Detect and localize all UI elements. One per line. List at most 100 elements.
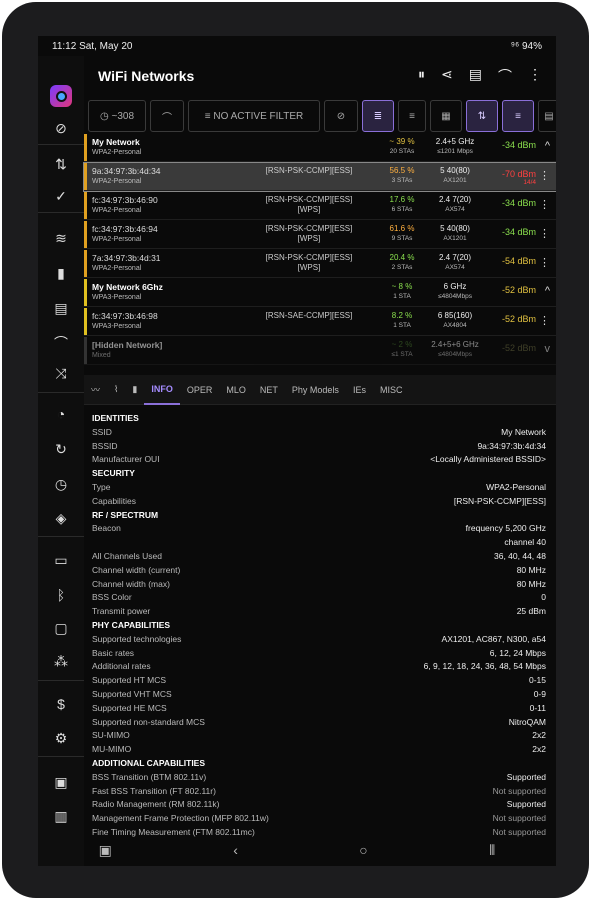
- keyboard-icon[interactable]: ▣: [99, 842, 112, 859]
- grid-view-button[interactable]: ▦: [430, 100, 462, 132]
- status-battery: ⁹⁶ 94%: [510, 40, 542, 52]
- row-action-icon[interactable]: ⋮: [539, 169, 550, 182]
- station-count: ≤1 STA: [391, 351, 413, 358]
- frequency-info: 2.4 7(20) AX574: [424, 195, 486, 215]
- row-action-icon[interactable]: v: [545, 343, 551, 355]
- check-circle-icon[interactable]: ✓: [38, 184, 84, 208]
- tab-ies[interactable]: IEs: [346, 375, 373, 405]
- tab-stats-icon[interactable]: 〰: [84, 375, 107, 405]
- info-value: Not supported: [492, 813, 546, 824]
- network-group-row[interactable]: My Network 6Ghz WPA3-Personal ~ 8 % 1 STA 6 …: [84, 279, 556, 307]
- status-bar: 11:12 Sat, May 20 ⁹⁶ 94%: [38, 36, 556, 56]
- sort-button[interactable]: ≣: [362, 100, 394, 132]
- channel-util-value: 8.2 %: [391, 311, 413, 320]
- access-point-row[interactable]: 7a:34:97:3b:4d:31 WPA2-Personal [RSN-PSK-C…: [84, 250, 556, 278]
- row-action-icon[interactable]: ⋮: [539, 227, 550, 240]
- signal-value: -34 dBm: [501, 140, 536, 150]
- history-icon[interactable]: ◷: [38, 472, 84, 496]
- signal-filter-button[interactable]: ⌒: [150, 100, 184, 132]
- channel-utilization: 20.4 % 2 STAs: [382, 253, 422, 273]
- clear-filter-button[interactable]: ⊘: [324, 100, 358, 132]
- access-point-row[interactable]: 9a:34:97:3b:4d:34 WPA2-Personal [RSN-PSK-C…: [83, 162, 556, 192]
- sync-icon[interactable]: ↻: [38, 437, 84, 461]
- active-filter-button[interactable]: ≡ NO ACTIVE FILTER: [188, 100, 320, 132]
- info-value: WPA2-Personal: [486, 482, 546, 492]
- station-count: 1 STA: [393, 293, 411, 300]
- security-flags: [RSN-SAE-CCMP][ESS]: [265, 311, 353, 320]
- document-icon[interactable]: ▥: [38, 804, 84, 828]
- info-row: Beacon frequency 5,200 GHz: [92, 523, 548, 537]
- compact-view-button[interactable]: ≡: [502, 100, 534, 132]
- band-color-bar: [84, 337, 87, 364]
- info-key: SSID: [92, 426, 112, 437]
- channel-utilization: ~ 2 % ≤1 STA: [382, 340, 422, 360]
- share-icon[interactable]: ⋖: [441, 66, 453, 86]
- tab-graph-icon[interactable]: ⌇: [107, 375, 125, 405]
- wifi-icon[interactable]: ≋: [38, 226, 84, 250]
- tab-misc[interactable]: MISC: [373, 375, 410, 405]
- sort-arrows-icon[interactable]: ⇅: [38, 152, 84, 176]
- section-heading: IDENTITIES: [92, 413, 548, 427]
- export-icon[interactable]: ▤: [469, 66, 482, 86]
- access-point-row[interactable]: fc:34:97:3b:46:90 WPA2-Personal [RSN-PSK-C…: [84, 192, 556, 220]
- pause-icon[interactable]: ⏸: [418, 66, 425, 86]
- row-action-icon[interactable]: ^: [545, 285, 550, 297]
- signal-value: -34 dBm: [501, 198, 536, 208]
- info-value: 0-15: [528, 675, 546, 686]
- frequency-info: 2.4+5+6 GHz ≤4804Mbps: [424, 340, 486, 360]
- info-value: Supported: [506, 799, 546, 810]
- info-value: Not supported: [492, 785, 546, 796]
- signal-value: -52 dBm: [501, 343, 536, 353]
- location-off-icon[interactable]: ⊘: [38, 116, 84, 140]
- speedometer-icon[interactable]: ◔: [38, 402, 84, 426]
- bluetooth-icon[interactable]: ᛒ: [38, 583, 84, 607]
- network-name: fc:34:97:3b:46:94: [92, 224, 158, 234]
- bar-chart-icon[interactable]: ▮: [38, 261, 84, 285]
- shuffle-icon[interactable]: ⤨: [38, 361, 84, 385]
- shield-icon[interactable]: ◈: [38, 506, 84, 530]
- list-view-button[interactable]: ≡: [398, 100, 426, 132]
- sort-order-button[interactable]: ⇅: [466, 100, 498, 132]
- access-point-row[interactable]: fc:34:97:3b:46:94 WPA2-Personal [RSN-PSK-C…: [84, 221, 556, 249]
- graph-icon[interactable]: ⌒: [498, 66, 512, 86]
- tab-info[interactable]: INFO: [144, 375, 180, 405]
- info-value: 0-9: [533, 689, 546, 699]
- router-icon[interactable]: ▭: [38, 548, 84, 572]
- back-icon[interactable]: ‹: [233, 842, 238, 858]
- chat-icon[interactable]: ▣: [38, 770, 84, 794]
- section-title: ADDITIONAL CAPABILITIES: [92, 758, 206, 768]
- frequency-info: 2.4 7(20) AX574: [424, 253, 486, 273]
- more-menu-icon[interactable]: ⋮: [528, 66, 542, 86]
- tab-mlo[interactable]: MLO: [219, 375, 253, 405]
- tab-oper[interactable]: OPER: [180, 375, 220, 405]
- row-action-icon[interactable]: ⋮: [539, 314, 550, 327]
- stacked-chart-icon[interactable]: ▤: [38, 296, 84, 320]
- settings-gear-icon[interactable]: ⚙: [38, 726, 84, 750]
- signal-icon[interactable]: ⌒: [38, 331, 84, 355]
- monitor-icon[interactable]: ▢: [38, 616, 84, 640]
- info-value: My Network: [501, 426, 546, 437]
- info-key: Supported technologies: [92, 633, 182, 644]
- home-icon[interactable]: ○: [359, 842, 367, 858]
- scan-timer-button[interactable]: ◷ ~308: [88, 100, 146, 132]
- info-row: BSS Transition (BTM 802.11v) Supported: [92, 772, 548, 786]
- row-action-icon[interactable]: ^: [545, 140, 550, 152]
- row-action-icon[interactable]: ⋮: [539, 198, 550, 211]
- detail-view-button[interactable]: ▤: [538, 100, 556, 132]
- active-filter-label: NO ACTIVE FILTER: [213, 110, 304, 122]
- network-group-row[interactable]: [Hidden Network] Mixed ~ 2 % ≤1 STA 2.4+5+6 …: [84, 337, 556, 365]
- network-nodes-icon[interactable]: ⁂: [38, 649, 84, 673]
- network-group-row[interactable]: My Network WPA2-Personal ~ 39 % 20 STAs 2.4+…: [84, 134, 556, 162]
- tab-net[interactable]: NET: [253, 375, 285, 405]
- section-title: RF / SPECTRUM: [92, 509, 159, 520]
- signal-value: -70 dBm: [501, 169, 536, 179]
- row-action-icon[interactable]: ⋮: [539, 256, 550, 269]
- filter-icon: ≡: [204, 110, 211, 122]
- info-key: Transmit power: [92, 606, 151, 617]
- tab-bars-icon[interactable]: ▮: [125, 375, 144, 405]
- dollar-icon[interactable]: $: [38, 692, 84, 716]
- access-point-row[interactable]: fc:34:97:3b:46:98 WPA3-Personal [RSN-SAE-C…: [84, 308, 556, 336]
- signal-curve-icon: ⌒: [162, 112, 172, 124]
- tab-phy-models[interactable]: Phy Models: [285, 375, 346, 405]
- recents-icon[interactable]: ⦀: [489, 842, 495, 859]
